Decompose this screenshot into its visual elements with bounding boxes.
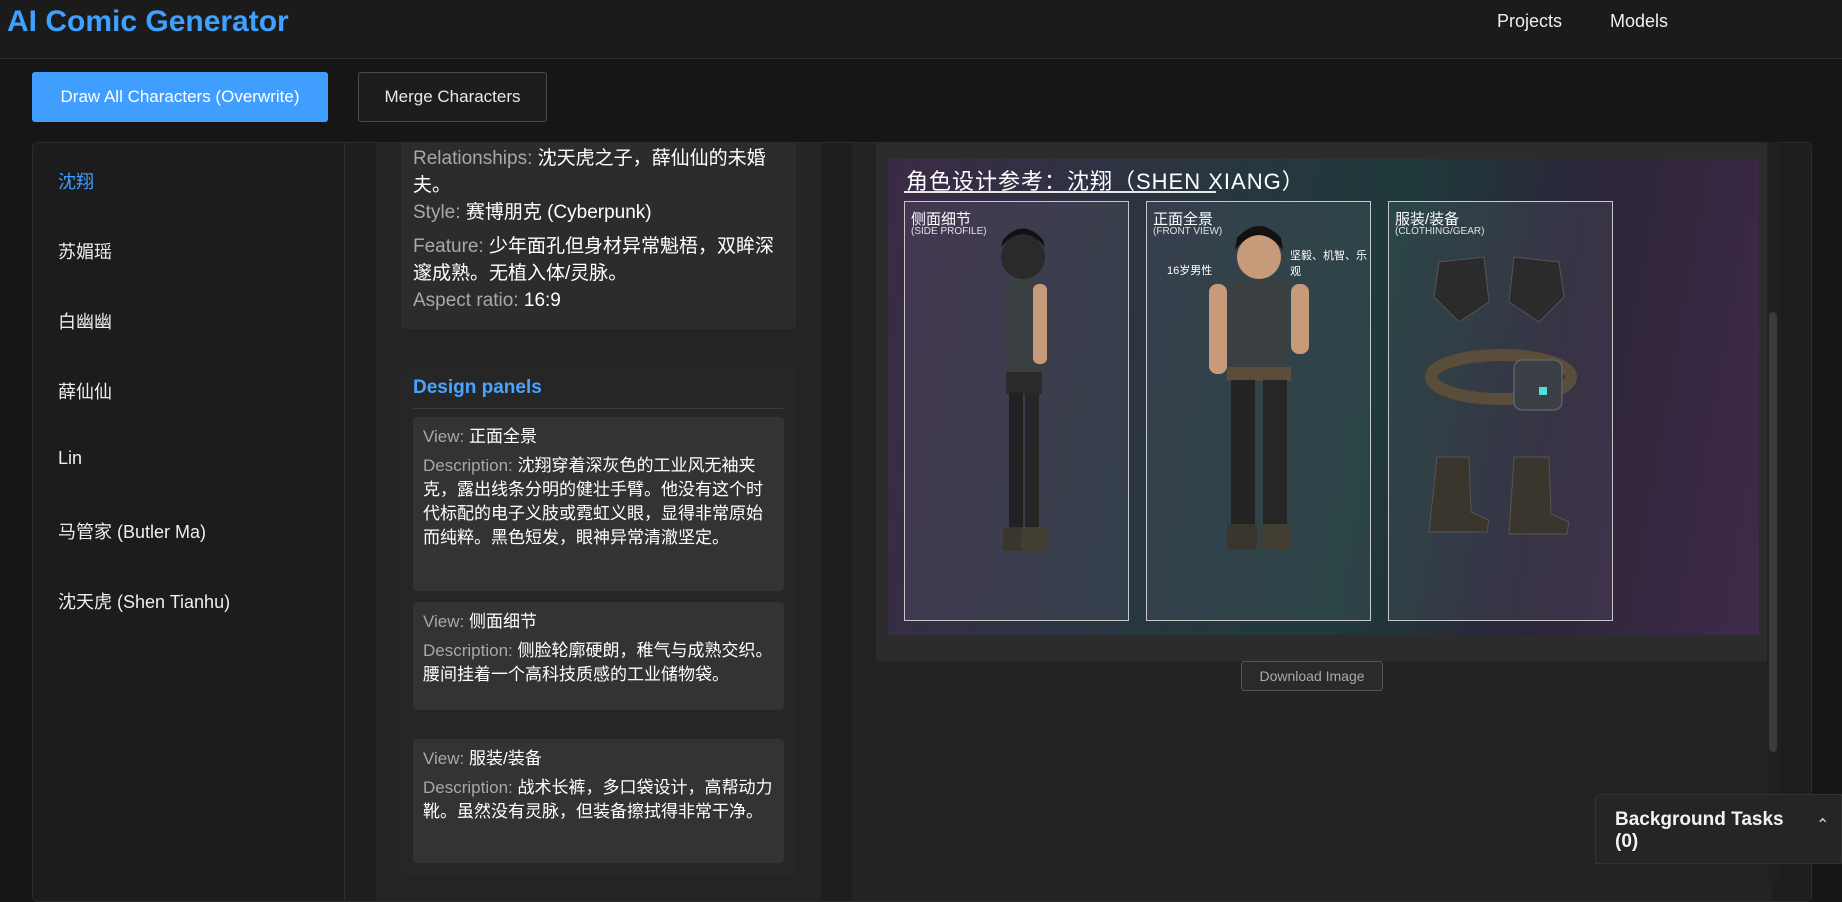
style-value: 赛博朋克 (Cyberpunk) — [465, 202, 652, 223]
sidebar-item-bai-youyou[interactable]: 白幽幽 — [58, 308, 112, 334]
clothing-gear-sublabel: (CLOTHING/GEAR) — [1395, 226, 1485, 237]
character-details: Relationships: 沈天虎之子，薛仙仙的未婚夫。 Style: 赛博朋… — [376, 143, 821, 901]
feature-label: Feature: — [413, 236, 484, 257]
app-title[interactable]: AI Comic Generator — [7, 5, 289, 39]
style-row: Style: 赛博朋克 (Cyberpunk) — [413, 199, 788, 226]
side-profile-figure-icon — [1001, 228, 1047, 551]
panel-view-row: View: 服装/装备 — [423, 747, 775, 771]
relationships-row: Relationships: 沈天虎之子，薛仙仙的未婚夫。 — [413, 145, 788, 199]
panel-view-label: View: — [423, 427, 465, 446]
sheet-title-underline — [904, 191, 1216, 193]
aspect-row: Aspect ratio: 16:9 — [413, 287, 788, 314]
panel-view-value: 服装/装备 — [469, 749, 542, 768]
panel-view-value: 正面全景 — [469, 427, 537, 446]
panel-view-label: View: — [423, 612, 465, 631]
front-view-sublabel: (FRONT VIEW) — [1153, 226, 1223, 237]
aspect-ratio-label: Aspect ratio: — [413, 290, 519, 311]
front-view-panel: 正面全景 (FRONT VIEW) 16岁男性 坚毅、机智、乐观 — [1146, 201, 1371, 621]
panel-description-row: Description: 侧脸轮廓硬朗，稚气与成熟交织。腰间挂着一个高科技质感的… — [423, 639, 775, 687]
design-panels-title: Design panels — [413, 377, 542, 398]
scrollbar-thumb[interactable] — [1769, 312, 1777, 752]
sidebar-item-lin[interactable]: Lin — [58, 448, 82, 469]
character-sheet-card: 角色设计参考：沈翔（SHEN XIANG） 侧面细节 (SIDE PROFILE… — [876, 143, 1771, 661]
background-tasks-label: Background Tasks (0) — [1615, 809, 1784, 852]
divider — [413, 408, 783, 409]
download-image-button[interactable]: Download Image — [1241, 661, 1383, 691]
character-sheet-image[interactable]: 角色设计参考：沈翔（SHEN XIANG） 侧面细节 (SIDE PROFILE… — [888, 159, 1759, 635]
background-tasks-panel[interactable]: Background Tasks (0) ⌃ — [1595, 794, 1842, 864]
character-info-card: Relationships: 沈天虎之子，薛仙仙的未婚夫。 Style: 赛博朋… — [401, 143, 796, 329]
nav-projects[interactable]: Projects — [1497, 11, 1562, 32]
gear-illustration-icon — [1425, 256, 1577, 535]
panel-view-row: View: 侧面细节 — [423, 610, 775, 634]
style-label: Style: — [413, 202, 461, 223]
side-profile-sublabel: (SIDE PROFILE) — [911, 226, 987, 237]
sidebar-item-butler-ma[interactable]: 马管家 (Butler Ma) — [58, 518, 206, 544]
clothing-gear-panel: 服装/装备 (CLOTHING/GEAR) — [1388, 201, 1613, 621]
panel-view-value: 侧面细节 — [469, 612, 537, 631]
panel-description-row: Description: 沈翔穿着深灰色的工业风无袖夹克，露出线条分明的健壮手臂… — [423, 454, 775, 550]
relationships-label: Relationships: — [413, 148, 533, 169]
callout-age: 16岁男性 — [1167, 265, 1213, 277]
sidebar-item-xue-xianxian[interactable]: 薛仙仙 — [58, 378, 112, 404]
panel-view-label: View: — [423, 749, 465, 768]
panel-description-label: Description: — [423, 641, 513, 660]
draw-all-characters-button[interactable]: Draw All Characters (Overwrite) — [32, 72, 328, 122]
panel-description-label: Description: — [423, 778, 513, 797]
sidebar-item-su-meiyao[interactable]: 苏媚瑶 — [58, 238, 112, 264]
panel-description-label: Description: — [423, 456, 513, 475]
design-panel-card: View: 侧面细节 Description: 侧脸轮廓硬朗，稚气与成熟交织。腰… — [413, 602, 784, 710]
app-header: AI Comic Generator Projects Models — [0, 0, 1842, 59]
character-sidebar: 沈翔 苏媚瑶 白幽幽 薛仙仙 Lin 马管家 (Butler Ma) 沈天虎 (… — [33, 143, 345, 901]
main-panel: 沈翔 苏媚瑶 白幽幽 薛仙仙 Lin 马管家 (Butler Ma) 沈天虎 (… — [32, 142, 1812, 902]
merge-characters-button[interactable]: Merge Characters — [358, 72, 547, 122]
feature-row: Feature: 少年面孔但身材异常魁梧，双眸深邃成熟。无植入体/灵脉。 — [413, 233, 788, 287]
nav-models[interactable]: Models — [1610, 11, 1668, 32]
sidebar-item-shen-xiang[interactable]: 沈翔 — [58, 168, 94, 194]
side-profile-panel: 侧面细节 (SIDE PROFILE) — [904, 201, 1129, 621]
aspect-ratio-value: 16:9 — [523, 290, 561, 311]
panel-view-row: View: 正面全景 — [423, 425, 775, 449]
panel-description-row: Description: 战术长裤，多口袋设计，高帮动力靴。虽然没有灵脉，但装备… — [423, 776, 775, 824]
callout-traits: 坚毅、机智、乐观 — [1290, 250, 1367, 278]
page-scrollbar[interactable] — [1767, 142, 1779, 882]
chevron-up-icon[interactable]: ⌃ — [1816, 815, 1829, 835]
design-panel-card: View: 正面全景 Description: 沈翔穿着深灰色的工业风无袖夹克，… — [413, 417, 784, 591]
design-panels-section: Design panels View: 正面全景 Description: 沈翔… — [401, 367, 796, 877]
design-panel-card: View: 服装/装备 Description: 战术长裤，多口袋设计，高帮动力… — [413, 739, 784, 863]
image-preview-column: 角色设计参考：沈翔（SHEN XIANG） 侧面细节 (SIDE PROFILE… — [852, 143, 1772, 901]
sidebar-item-shen-tianhu[interactable]: 沈天虎 (Shen Tianhu) — [58, 588, 230, 614]
